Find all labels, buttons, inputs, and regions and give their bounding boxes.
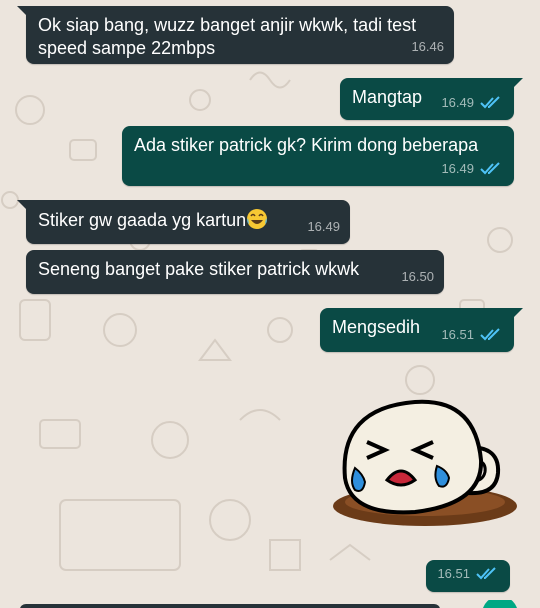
- message-bubble-incoming[interactable]: Seneng banget pake stiker patrick wkwk 1…: [26, 250, 444, 294]
- message-timestamp: 16.51: [437, 566, 470, 581]
- message-bubble-incoming[interactable]: Ok siap bang, wuzz banget anjir wkwk, ta…: [17, 6, 454, 64]
- message-meta: 16.49: [441, 157, 504, 180]
- message-timestamp: 16.50: [401, 269, 434, 284]
- double-check-read-icon: [480, 327, 500, 340]
- message-meta: 16.51: [437, 562, 500, 585]
- double-check-read-icon: [476, 566, 496, 579]
- message-meta: 16.50: [401, 265, 434, 288]
- double-check-read-icon: [480, 95, 500, 108]
- message-timestamp: 16.49: [307, 219, 340, 234]
- message-timestamp: 16.51: [441, 327, 474, 342]
- double-check-read-icon: [480, 161, 500, 174]
- message-bubble-incoming[interactable]: Stiker gw gaada yg kartun 16.49: [17, 200, 350, 244]
- message-meta: 16.51: [441, 323, 504, 346]
- message-timestamp: 16.46: [411, 39, 444, 54]
- message-bubble-outgoing[interactable]: Mangtap 16.49: [340, 78, 523, 120]
- message-input-bar[interactable]: [0, 600, 540, 608]
- sticker-meta-bubble: 16.51: [426, 560, 510, 592]
- message-text: Mangtap: [352, 87, 423, 107]
- message-text: Ok siap bang, wuzz banget anjir wkwk, ta…: [38, 15, 422, 58]
- message-text: Seneng banget pake stiker patrick wkwk: [38, 259, 360, 279]
- message-timestamp: 16.49: [441, 161, 474, 176]
- message-meta: 16.49: [441, 91, 504, 114]
- message-text: Mengsedih: [332, 317, 421, 337]
- message-meta: 16.46: [411, 35, 444, 58]
- message-meta: 16.49: [307, 215, 340, 238]
- message-bubble-outgoing[interactable]: Ada stiker patrick gk? Kirim dong bebera…: [122, 126, 514, 186]
- message-bubble-outgoing[interactable]: Mengsedih 16.51: [320, 308, 523, 352]
- message-text: Stiker gw gaada yg kartun: [38, 210, 247, 230]
- message-text: Ada stiker patrick gk? Kirim dong bebera…: [134, 135, 479, 155]
- face-with-tears-of-joy-icon: [247, 209, 268, 229]
- crying-cup-sticker[interactable]: [325, 388, 525, 538]
- message-timestamp: 16.49: [441, 95, 474, 110]
